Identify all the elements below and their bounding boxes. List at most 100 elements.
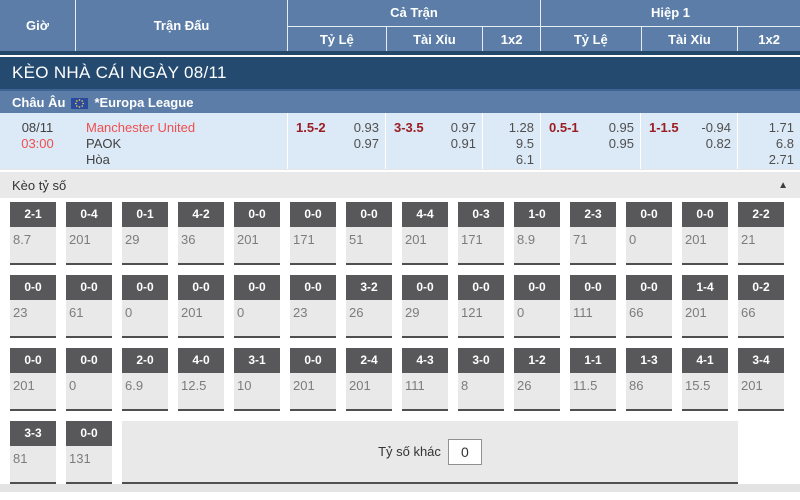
score-section-header[interactable]: Kèo tỷ số ▲ [0,172,800,198]
score-odds-cell[interactable]: 0-023 [290,275,336,338]
score-odds-cell[interactable]: 0-0121 [458,275,504,338]
score-label: 0-0 [290,275,336,300]
half-handicap-cell[interactable]: 0.5-1 0.95 0.95 [540,113,640,169]
score-odds-cell[interactable]: 0-0201 [290,348,336,411]
score-odds-cell[interactable]: 0-0201 [234,202,280,265]
score-odds-cell[interactable]: 3-110 [234,348,280,411]
half-over-odds[interactable]: -0.94 [701,120,731,136]
score-odds-cell[interactable]: 0-3171 [458,202,504,265]
score-odds-cell[interactable]: 2-371 [570,202,616,265]
score-odds-cell[interactable]: 0-0171 [290,202,336,265]
footer-strip [0,484,800,492]
score-odds-cell[interactable]: 3-226 [346,275,392,338]
score-odds-cell[interactable]: 0-00 [234,275,280,338]
full-ou-line: 3-3.5 [394,120,424,169]
score-label: 3-2 [346,275,392,300]
header-half-over-under: Tài Xỉu [641,27,738,51]
score-odds-cell[interactable]: 2-221 [738,202,784,265]
score-odds-cell[interactable]: 1-08.9 [514,202,560,265]
score-odds-cell[interactable]: 0-0201 [178,275,224,338]
half-handicap-line: 0.5-1 [549,120,579,169]
score-odds-cell[interactable]: 0-00 [66,348,112,411]
full-over-odds[interactable]: 0.97 [451,120,476,136]
half-ou-line: 1-1.5 [649,120,679,169]
score-label: 4-4 [402,202,448,227]
score-odds-cell[interactable]: 3-08 [458,348,504,411]
score-odds-cell[interactable]: 0-0201 [682,202,728,265]
score-label: 0-0 [10,348,56,373]
score-odds-value: 8 [458,373,504,393]
header-full-match: Cả Trận [288,0,540,27]
half-1x2-draw[interactable]: 6.8 [738,136,794,152]
score-row: 3-3810-0131 Tỷ số khác [10,421,800,484]
full-handicap-away-odds[interactable]: 0.97 [354,136,379,152]
score-odds-cell[interactable]: 0-0131 [66,421,112,484]
full-1x2-cell[interactable]: 1.28 9.5 6.1 [482,113,540,169]
score-row: 0-02010-002-06.94-012.53-1100-02012-4201… [10,348,800,411]
score-odds-cell[interactable]: 4-115.5 [682,348,728,411]
score-odds-cell[interactable]: 0-129 [122,202,168,265]
score-odds-cell[interactable]: 0-061 [66,275,112,338]
full-over-under-cell[interactable]: 3-3.5 0.97 0.91 [385,113,482,169]
full-handicap-cell[interactable]: 1.5-2 0.93 0.97 [287,113,385,169]
score-row: 0-0230-0610-000-02010-000-0233-2260-0290… [10,275,800,338]
score-odds-cell[interactable]: 2-18.7 [10,202,56,265]
score-odds-cell[interactable]: 0-066 [626,275,672,338]
score-odds-cell[interactable]: 0-023 [10,275,56,338]
half-handicap-home-odds[interactable]: 0.95 [609,120,634,136]
score-odds-cell[interactable]: 4-3111 [402,348,448,411]
score-odds-cell[interactable]: 1-4201 [682,275,728,338]
score-odds-cell[interactable]: 2-4201 [346,348,392,411]
full-under-odds[interactable]: 0.91 [451,136,476,152]
header-half-1x2: 1x2 [737,27,800,51]
score-label: 0-0 [66,348,112,373]
half-1x2-away[interactable]: 2.71 [738,152,794,168]
score-odds-cell[interactable]: 0-00 [122,275,168,338]
score-odds-cell[interactable]: 4-236 [178,202,224,265]
full-1x2-away[interactable]: 6.1 [483,152,534,168]
score-odds-cell[interactable]: 4-4201 [402,202,448,265]
score-odds-value: 29 [402,300,448,320]
score-odds-value: 11.5 [570,373,616,393]
half-1x2-cell[interactable]: 1.71 6.8 2.71 [737,113,800,169]
score-odds-cell[interactable]: 1-111.5 [570,348,616,411]
score-odds-cell[interactable]: 2-06.9 [122,348,168,411]
score-odds-cell[interactable]: 3-4201 [738,348,784,411]
score-odds-value: 131 [66,446,112,466]
half-1x2-home[interactable]: 1.71 [738,120,794,136]
collapse-icon[interactable]: ▲ [778,180,788,191]
score-odds-cell[interactable]: 4-012.5 [178,348,224,411]
score-odds-cell[interactable]: 1-226 [514,348,560,411]
score-label: 2-3 [570,202,616,227]
league-region: Châu Âu [12,95,65,110]
full-1x2-home[interactable]: 1.28 [483,120,534,136]
score-odds-cell[interactable]: 0-4201 [66,202,112,265]
score-odds-cell[interactable]: 0-0201 [10,348,56,411]
half-under-odds[interactable]: 0.82 [701,136,731,152]
score-odds-value: 0 [626,227,672,247]
match-row: 08/11 03:00 Manchester United PAOK Hòa 1… [0,113,800,170]
score-odds-value: 61 [66,300,112,320]
score-odds-cell[interactable]: 1-386 [626,348,672,411]
other-score-input[interactable] [448,439,482,465]
score-label: 3-3 [10,421,56,446]
score-odds-cell[interactable]: 0-051 [346,202,392,265]
score-odds-cell[interactable]: 0-0111 [570,275,616,338]
full-handicap-home-odds[interactable]: 0.93 [354,120,379,136]
score-odds-value: 111 [570,300,616,320]
score-label: 1-4 [682,275,728,300]
score-label: 2-0 [122,348,168,373]
half-handicap-away-odds[interactable]: 0.95 [609,136,634,152]
home-team-link[interactable]: Manchester United [86,120,287,136]
score-odds-value: 0 [66,373,112,393]
eu-flag-icon [71,97,88,108]
half-over-under-cell[interactable]: 1-1.5 -0.94 0.82 [640,113,737,169]
score-label: 4-3 [402,348,448,373]
score-odds-cell[interactable]: 3-381 [10,421,56,484]
score-odds-cell[interactable]: 0-00 [514,275,560,338]
score-odds-cell[interactable]: 0-266 [738,275,784,338]
score-odds-cell[interactable]: 0-029 [402,275,448,338]
header-first-half: Hiệp 1 [541,0,800,27]
full-1x2-draw[interactable]: 9.5 [483,136,534,152]
score-odds-cell[interactable]: 0-00 [626,202,672,265]
